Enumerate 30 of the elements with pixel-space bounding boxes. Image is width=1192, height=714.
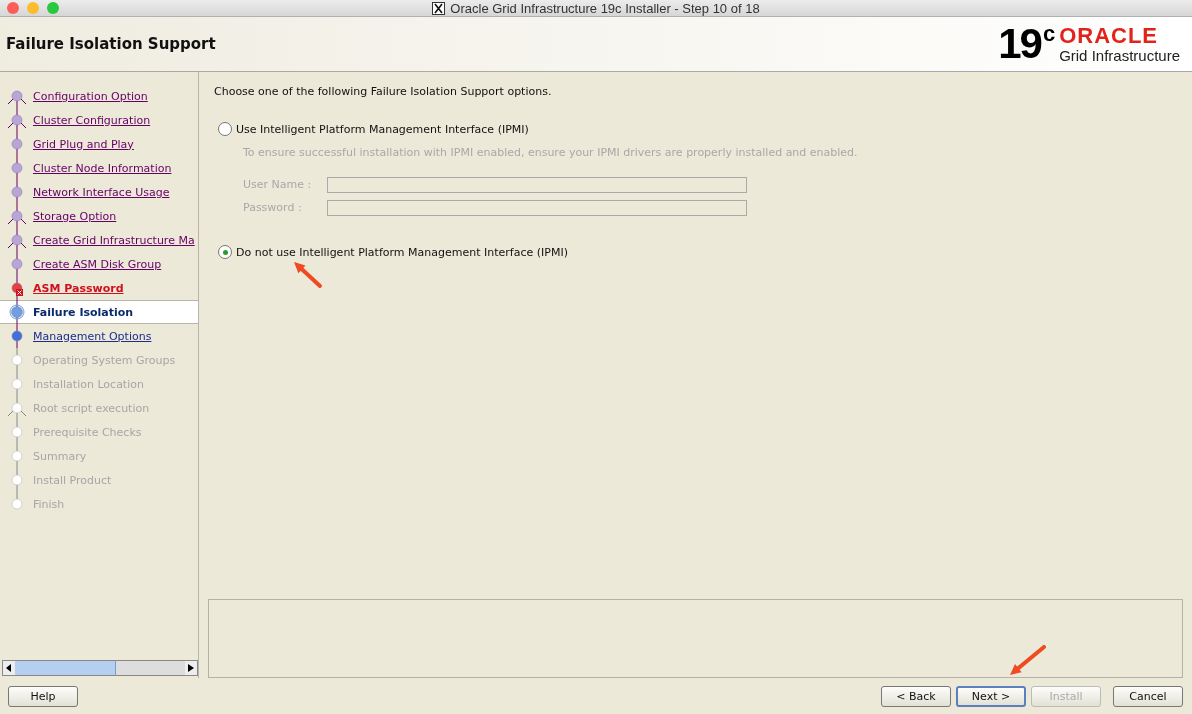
right-arrow-icon[interactable] — [188, 664, 194, 672]
radio-button[interactable] — [218, 245, 232, 259]
note-text: To ensure successful installation with IPMI enabled, ensure your IPMI drivers are properly installed and enabled. — [243, 146, 859, 159]
left-arrow-icon[interactable] — [6, 664, 12, 672]
horizontal-scrollbar[interactable] — [2, 660, 198, 676]
step-link[interactable]: Grid Plug and Play — [33, 137, 134, 151]
step-link[interactable]: Create Grid Infrastructure Ma — [33, 233, 195, 247]
window-title: Oracle Grid Infrastructure 19c Installer - Step 10 of 18 — [450, 0, 760, 16]
step-link[interactable]: Storage Option — [33, 209, 117, 223]
step-link[interactable]: Network Interface Usage — [33, 185, 170, 199]
field-label: User Name : — [243, 178, 313, 191]
nav-button[interactable]: < Back — [881, 685, 951, 707]
step-link[interactable]: Cluster Configuration — [33, 113, 151, 127]
step-link[interactable]: ASM Password — [33, 281, 124, 295]
step-link[interactable]: Cluster Node Information — [33, 161, 172, 175]
step-link[interactable]: Configuration Option — [33, 89, 148, 103]
cancel-button[interactable]: Cancel — [1113, 685, 1183, 707]
x-app-icon — [432, 1, 446, 15]
instruction-text: Choose one of the following Failure Isolation Support options. — [214, 85, 553, 98]
field-label: Password : — [243, 201, 303, 214]
help-button[interactable]: Help — [8, 685, 78, 707]
close-window-icon[interactable] — [7, 2, 19, 14]
option-label[interactable]: Use Intelligent Platform Management Interface (IPMI) — [236, 122, 529, 136]
zoom-window-icon[interactable] — [47, 2, 59, 14]
step-link[interactable]: Management Options — [33, 329, 152, 343]
radio-button[interactable] — [218, 122, 232, 136]
nav-button[interactable]: Next > — [956, 685, 1026, 707]
option-label[interactable]: Do not use Intelligent Platform Management Interface (IPMI) — [236, 245, 568, 259]
page-title: Failure Isolation Support — [6, 35, 216, 53]
step-link[interactable]: Create ASM Disk Group — [33, 257, 162, 271]
